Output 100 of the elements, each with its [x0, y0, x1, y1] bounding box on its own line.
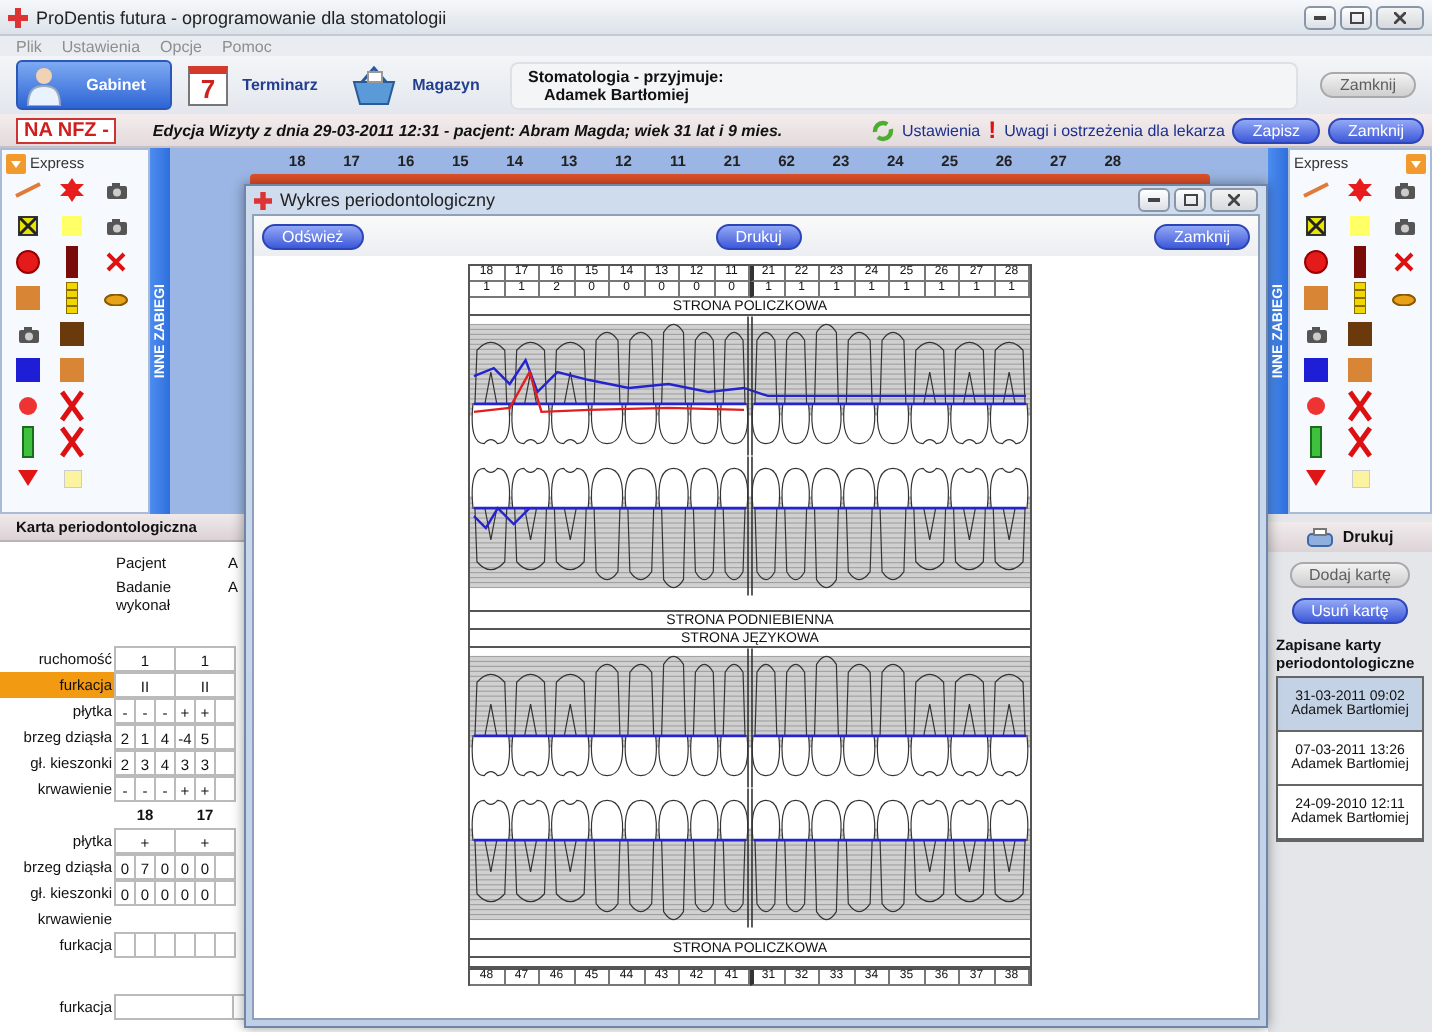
- module-tab[interactable]: Magazyn: [340, 60, 496, 110]
- tooth-drawing: [551, 467, 590, 571]
- clinic-heading: Stomatologia - przyjmuje:: [528, 67, 726, 85]
- tooth-drawing: [658, 655, 689, 777]
- maximize-icon: [1183, 194, 1197, 206]
- tooth-drawing: [511, 673, 550, 777]
- maximize-button[interactable]: [1174, 188, 1206, 212]
- cross-icon[interactable]: [1348, 426, 1372, 458]
- cross-icon[interactable]: [60, 426, 84, 458]
- tooth-drawing: [843, 467, 876, 581]
- tooth-drawing: [781, 467, 810, 581]
- circle-icon[interactable]: [18, 396, 38, 416]
- triangle-icon[interactable]: [18, 470, 38, 486]
- camera-icon[interactable]: [1393, 181, 1415, 199]
- table-cell: [214, 698, 236, 724]
- circle-icon[interactable]: [1304, 250, 1328, 274]
- dialog-title: Wykres periodontologiczny: [280, 190, 497, 210]
- triangle-icon[interactable]: [1306, 470, 1326, 486]
- tooth-drawing: [471, 799, 511, 903]
- close-button[interactable]: [1210, 188, 1258, 212]
- warnings-link[interactable]: Uwagi i ostrzeżenia dla lekarza: [1004, 121, 1225, 139]
- card-button[interactable]: Usuń kartę: [1291, 598, 1409, 624]
- cross-icon[interactable]: [60, 390, 84, 422]
- minimize-icon: [1314, 15, 1326, 19]
- cross-icon[interactable]: [106, 252, 126, 272]
- circle-icon[interactable]: [16, 250, 40, 274]
- tooth-drawing: [910, 341, 949, 445]
- crossed-square-icon[interactable]: [1306, 216, 1326, 236]
- tooth-drawing: [781, 331, 810, 445]
- crossed-square-icon[interactable]: [18, 216, 38, 236]
- action-button[interactable]: Zamknij: [1327, 117, 1424, 143]
- tooth-drawing: [690, 663, 719, 777]
- cycle-arrows-icon[interactable]: [872, 119, 894, 141]
- module-tab[interactable]: Gabinet: [16, 60, 172, 110]
- camera-icon[interactable]: [1393, 217, 1415, 235]
- table-cell: [214, 880, 236, 906]
- cross-icon[interactable]: [1394, 252, 1414, 272]
- settings-link[interactable]: Ustawienia: [902, 121, 981, 139]
- app-logo-icon: [8, 7, 28, 27]
- table-cell: [214, 854, 236, 880]
- print-label: Drukuj: [1342, 528, 1394, 546]
- tooth-drawing: [843, 663, 876, 777]
- menu-item[interactable]: Ustawienia: [61, 37, 141, 55]
- tooth-drawing: [590, 799, 624, 913]
- minimize-button[interactable]: [1304, 5, 1336, 29]
- splat-icon[interactable]: [1348, 178, 1372, 202]
- dialog-button[interactable]: Zamknij: [1154, 223, 1251, 249]
- tooth-drawing: [624, 331, 657, 445]
- camera-icon[interactable]: [1305, 325, 1327, 343]
- tooth-drawing: [989, 341, 1029, 445]
- table-cell: [114, 932, 136, 958]
- camera-icon[interactable]: [17, 325, 39, 343]
- splat-icon[interactable]: [60, 178, 84, 202]
- tooth-drawing: [590, 467, 624, 581]
- table-cell: [134, 932, 156, 958]
- tooth-drawing: [551, 799, 590, 903]
- tooth-drawing: [658, 467, 689, 589]
- visit-title: Edycja Wizyty z dnia 29-03-2011 12:31 - pacjent: Abram Magda; wiek 31 lat i 9 mies.: [152, 121, 785, 139]
- camera-icon[interactable]: [105, 217, 127, 235]
- tooth-drawing: [511, 341, 550, 445]
- close-button[interactable]: [1376, 5, 1424, 29]
- table-cell: [214, 932, 236, 958]
- tooth-drawing: [624, 467, 657, 581]
- bar-icon[interactable]: [22, 426, 34, 458]
- segmented-bar-icon[interactable]: [66, 282, 78, 314]
- close-icon: [1394, 11, 1406, 23]
- diagonal-line-icon[interactable]: [1302, 182, 1330, 198]
- menu-item[interactable]: Opcje: [160, 37, 202, 55]
- tooth-drawing: [989, 467, 1029, 571]
- tooth-drawing: [511, 799, 550, 903]
- tooth-drawing: [781, 663, 810, 777]
- nfz-badge: NA NFZ -: [16, 117, 117, 143]
- segmented-bar-icon[interactable]: [1354, 282, 1366, 314]
- diagonal-line-icon[interactable]: [14, 182, 42, 198]
- dialog-button[interactable]: Odśwież: [262, 223, 364, 249]
- dropdown-icon[interactable]: [6, 153, 26, 173]
- module-tab[interactable]: 7 Terminarz: [178, 60, 334, 110]
- tooth-drawing: [910, 799, 949, 903]
- menu-item[interactable]: Pomoc: [221, 37, 272, 55]
- tooth-drawing: [781, 799, 810, 913]
- minimize-icon: [1148, 198, 1160, 202]
- tooth-drawing: [811, 467, 842, 589]
- maximize-button[interactable]: [1340, 5, 1372, 29]
- tooth-drawing: [690, 331, 719, 445]
- tooth-drawing: [624, 799, 657, 913]
- cross-icon[interactable]: [1348, 390, 1372, 422]
- minimize-button[interactable]: [1138, 188, 1170, 212]
- circle-icon[interactable]: [1306, 396, 1326, 416]
- action-button[interactable]: Zapisz: [1232, 117, 1320, 143]
- dropdown-icon[interactable]: [1406, 153, 1426, 173]
- menu-item[interactable]: Plik: [16, 37, 42, 55]
- dialog-button[interactable]: Drukuj: [715, 223, 802, 249]
- camera-icon[interactable]: [105, 181, 127, 199]
- print-bar[interactable]: Drukuj: [1268, 522, 1432, 552]
- tooth-drawing: [950, 799, 989, 903]
- bar-icon[interactable]: [1310, 426, 1322, 458]
- tooth-drawing: [551, 673, 590, 777]
- tooth-drawing: [876, 467, 910, 581]
- basket-icon: [350, 65, 398, 105]
- tooth-drawing: [590, 663, 624, 777]
